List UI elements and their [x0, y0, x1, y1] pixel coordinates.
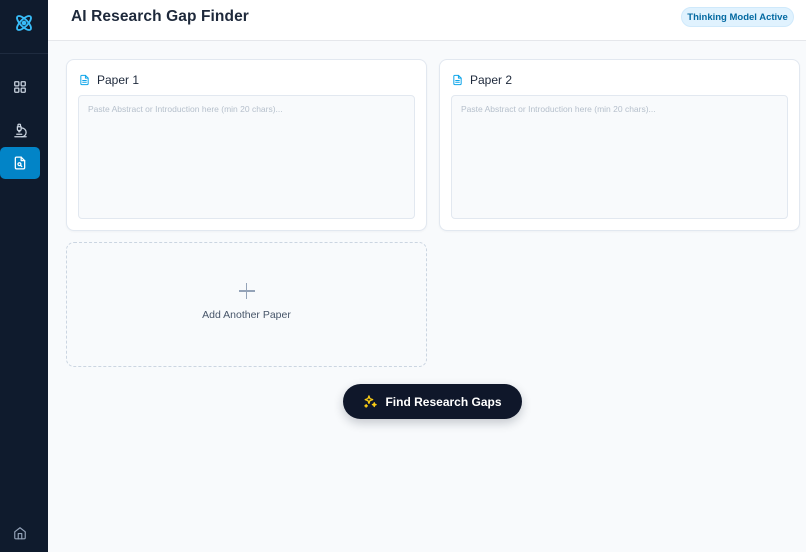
paper-card-2: Paper 2 [439, 59, 800, 231]
sidebar-item-gap-finder[interactable] [0, 147, 40, 179]
sidebar [0, 0, 48, 552]
logo[interactable] [6, 7, 42, 39]
paper-card-1: Paper 1 [66, 59, 427, 231]
file-text-icon [453, 74, 462, 86]
grid-icon [14, 81, 26, 93]
file-text-icon [80, 74, 89, 86]
home-icon [14, 527, 26, 540]
paper-1-textarea[interactable] [78, 95, 415, 219]
document-search-icon [14, 156, 26, 170]
header: AI Research Gap Finder Thinking Model Ac… [48, 0, 806, 41]
atom-icon [16, 15, 32, 31]
status-badge: Thinking Model Active [681, 7, 794, 27]
paper-card-header: Paper 2 [452, 72, 512, 88]
paper-2-textarea[interactable] [451, 95, 788, 219]
page-title: AI Research Gap Finder [71, 8, 249, 25]
microscope-icon [13, 123, 27, 137]
paper-title: Paper 1 [97, 73, 140, 87]
sidebar-divider [0, 53, 48, 54]
sparkles-icon [364, 395, 378, 408]
find-button-label: Find Research Gaps [385, 394, 502, 409]
paper-card-header: Paper 1 [79, 72, 139, 88]
sidebar-item-lab[interactable] [0, 114, 40, 146]
add-paper-label: Add Another Paper [202, 309, 291, 321]
paper-title: Paper 2 [470, 73, 513, 87]
find-research-gaps-button[interactable]: Find Research Gaps [343, 384, 522, 419]
sidebar-item-dashboard[interactable] [0, 71, 40, 103]
add-paper-button[interactable]: Add Another Paper [66, 242, 427, 367]
plus-icon [238, 282, 256, 300]
sidebar-item-home[interactable] [0, 517, 40, 549]
